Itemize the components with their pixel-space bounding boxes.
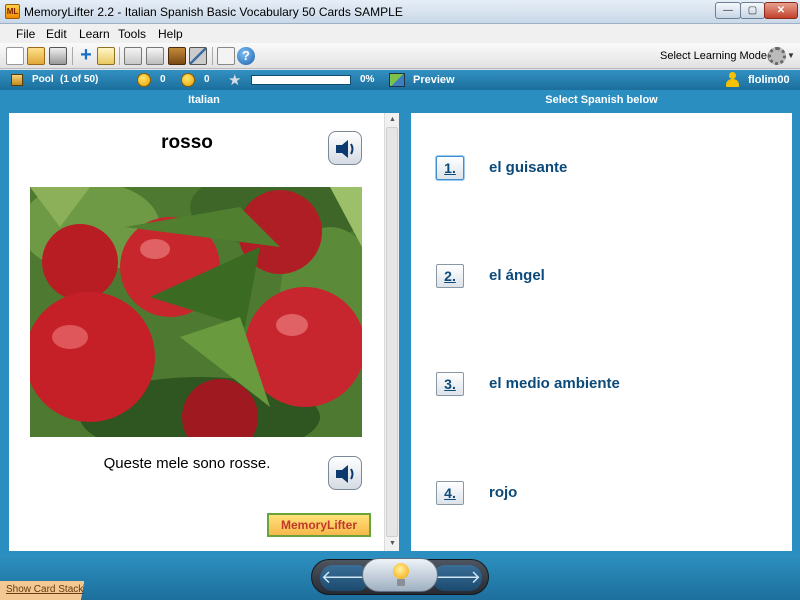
hint-button[interactable] xyxy=(362,558,438,592)
memorylifter-logo: MemoryLifter xyxy=(267,513,371,537)
learning-mode-label[interactable]: Select Learning Mode(s) xyxy=(660,50,780,62)
answer-1-text[interactable]: el guisante xyxy=(489,159,567,176)
username: flolim00 xyxy=(748,74,790,86)
special-characters-icon[interactable] xyxy=(217,47,235,65)
answer-option-1[interactable]: 1. el guisante xyxy=(436,156,776,182)
unknown-count: 0 xyxy=(204,74,210,85)
menu-edit[interactable]: Edit xyxy=(46,27,67,41)
star-icon: ★ xyxy=(228,72,242,89)
slideshow-icon[interactable] xyxy=(124,47,142,65)
speaker-icon xyxy=(336,140,354,158)
scroll-up-arrow[interactable]: ▲ xyxy=(385,113,400,127)
sad-smiley-icon xyxy=(181,73,195,87)
chevron-down-icon[interactable]: ▼ xyxy=(787,51,795,60)
toolbar-separator xyxy=(72,47,73,65)
play-word-audio-button[interactable] xyxy=(328,131,362,165)
answer-option-3[interactable]: 3. el medio ambiente xyxy=(436,372,776,398)
scroll-thumb[interactable] xyxy=(386,127,398,537)
new-document-icon[interactable] xyxy=(6,47,24,65)
add-card-icon[interactable]: + xyxy=(77,45,95,65)
question-column-header: Italian xyxy=(188,94,220,106)
menu-help[interactable]: Help xyxy=(158,27,183,41)
user-icon xyxy=(726,72,739,88)
memorylifter-app-icon[interactable]: ML xyxy=(5,4,20,19)
gear-icon[interactable] xyxy=(768,47,786,65)
progress-bar xyxy=(251,75,351,85)
forward-arrow-icon[interactable]: 🡒 xyxy=(432,565,482,591)
status-bar: Pool (1 of 50) 0 0 ★ 0% Preview flolim00 xyxy=(0,70,800,90)
question-word: rosso xyxy=(161,132,213,153)
answer-2-text[interactable]: el ángel xyxy=(489,267,545,284)
edit-card-icon[interactable] xyxy=(97,47,115,65)
help-icon[interactable]: ? xyxy=(237,47,255,65)
show-card-stack-link[interactable]: Show Card Stack xyxy=(6,584,83,595)
lightbulb-icon xyxy=(392,563,410,589)
answer-4-button[interactable]: 4. xyxy=(436,481,464,505)
known-count: 0 xyxy=(160,74,166,85)
play-sentence-audio-button[interactable] xyxy=(328,456,362,490)
minimize-button[interactable]: — xyxy=(715,2,741,19)
answer-2-button[interactable]: 2. xyxy=(436,264,464,288)
answer-option-4[interactable]: 4. rojo xyxy=(436,481,776,507)
pool-count: (1 of 50) xyxy=(60,74,99,85)
close-button[interactable]: ✕ xyxy=(764,2,798,19)
toolbar-separator xyxy=(212,47,213,65)
card-area: Italian Select Spanish below rosso Quest… xyxy=(0,90,800,556)
answer-option-2[interactable]: 2. el ángel xyxy=(436,264,776,290)
toolbar-separator xyxy=(119,47,120,65)
answer-1-button[interactable]: 1. xyxy=(436,156,464,180)
open-folder-icon[interactable] xyxy=(27,47,45,65)
answer-3-button[interactable]: 3. xyxy=(436,372,464,396)
show-card-stack-tab[interactable]: Show Card Stack xyxy=(0,581,102,600)
pool-label: Pool xyxy=(32,74,54,85)
dictionary-icon[interactable] xyxy=(168,47,186,65)
print-cards-icon[interactable] xyxy=(146,47,164,65)
print-icon[interactable] xyxy=(49,47,67,65)
answer-column-header: Select Spanish below xyxy=(545,94,658,106)
happy-smiley-icon xyxy=(137,73,151,87)
preview-icon[interactable] xyxy=(389,73,405,87)
menu-tools[interactable]: Tools xyxy=(118,27,146,41)
menu-bar: File Edit Learn Tools Help xyxy=(0,24,800,43)
maximize-button[interactable]: ▢ xyxy=(740,2,765,19)
question-scrollbar[interactable]: ▲ ▼ xyxy=(384,113,399,551)
example-sentence: Queste mele sono rosse. xyxy=(103,455,271,472)
pool-box-icon xyxy=(11,74,23,86)
progress-percent: 0% xyxy=(360,74,375,85)
title-bar: ML MemoryLifter 2.2 - Italian Spanish Ba… xyxy=(0,0,800,24)
speaker-icon xyxy=(336,465,354,483)
scroll-down-arrow[interactable]: ▼ xyxy=(385,537,400,551)
menu-file[interactable]: File xyxy=(16,27,35,41)
answer-4-text[interactable]: rojo xyxy=(489,484,517,501)
tools-icon[interactable] xyxy=(189,47,207,65)
preview-button[interactable]: Preview xyxy=(413,74,455,86)
answer-3-text[interactable]: el medio ambiente xyxy=(489,375,620,392)
bottom-bar: 🡐 🡒 Show Card Stack xyxy=(0,556,800,600)
toolbar: + ? Select Learning Mode(s) ▼ xyxy=(0,43,800,69)
question-panel: rosso Queste mele sono rosse. MemoryLift… xyxy=(9,113,399,551)
window-title: MemoryLifter 2.2 - Italian Spanish Basic… xyxy=(24,5,403,19)
answer-panel: 1. el guisante 2. el ángel 3. el medio a… xyxy=(411,113,792,551)
red-apples-image xyxy=(30,187,362,437)
menu-learn[interactable]: Learn xyxy=(79,27,110,41)
